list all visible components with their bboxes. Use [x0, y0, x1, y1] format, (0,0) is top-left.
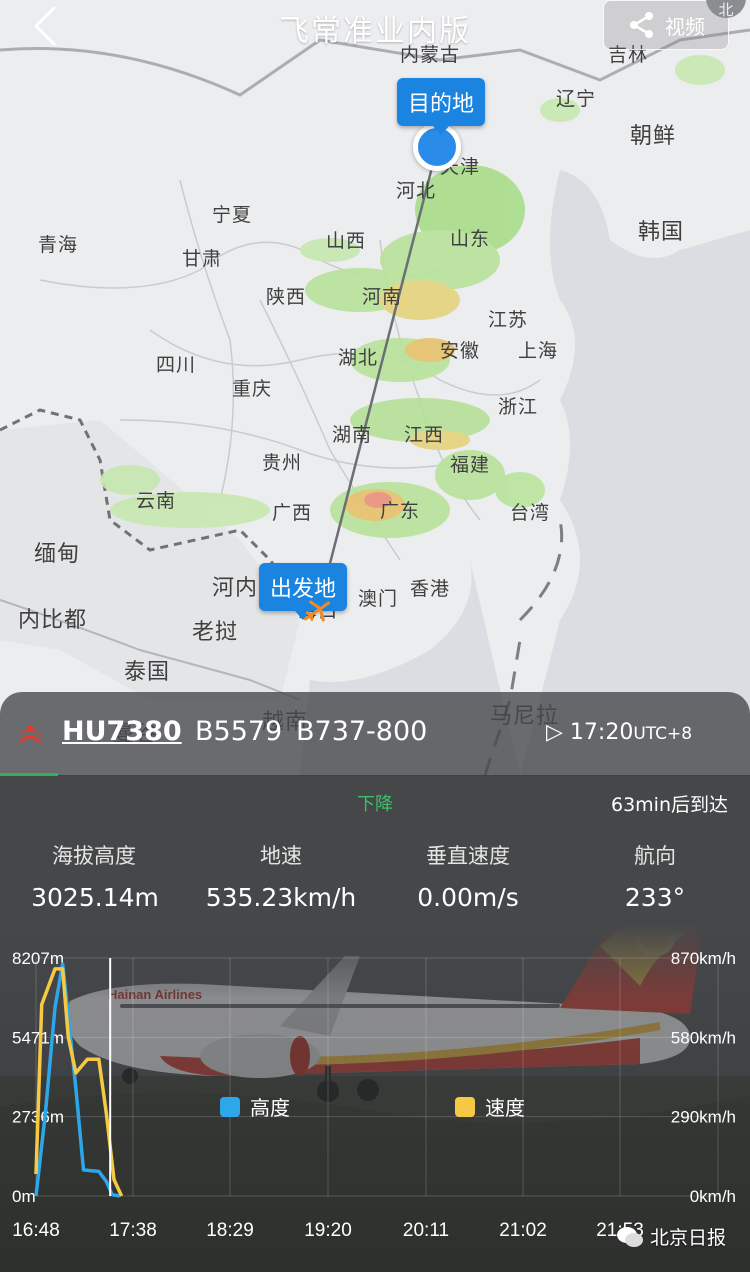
map-place-label: 台湾 — [510, 502, 551, 524]
map-place-label: 澳门 — [358, 588, 399, 610]
map-place-label: 辽宁 — [556, 88, 597, 110]
flight-number-link[interactable]: HU7380 — [62, 716, 182, 747]
destination-pin[interactable]: 目的地 — [397, 78, 486, 135]
map-place-label: 老挝 — [192, 620, 239, 645]
map-place-label: 贵州 — [262, 452, 303, 474]
map-place-label: 陕西 — [266, 286, 307, 308]
x-tick-label: 17:38 — [109, 1220, 157, 1241]
flight-map[interactable]: 内蒙古 吉林 辽宁 朝鲜 韩国 天津 河北 宁夏 青海 甘肃 山西 山东 陕西 河南 江苏 上海 安徽 四川 湖北重… — [0, 0, 750, 775]
play-icon: ▷ — [546, 720, 563, 745]
map-place-label: 湖南 — [332, 424, 373, 446]
map-place-label: 朝鲜 — [630, 124, 677, 149]
map-place-label: 宁夏 — [212, 204, 253, 226]
y-right-tick-label: 870km/h — [671, 949, 736, 968]
compass-label: 北 — [706, 0, 746, 19]
flight-phase-label: 下降 — [357, 794, 393, 815]
map-place-label: 江苏 — [488, 309, 529, 331]
stat-value-heading: 233° — [624, 883, 686, 912]
map-place-label: 韩国 — [638, 220, 685, 245]
map-place-label: 青海 — [38, 234, 79, 256]
map-place-label: 山西 — [326, 230, 367, 252]
wechat-icon — [617, 1226, 643, 1247]
legend-speed-swatch — [455, 1096, 475, 1117]
map-place-label: 广西 — [272, 502, 313, 524]
plane-icon[interactable] — [300, 596, 334, 626]
stat-label-ground-speed: 地速 — [260, 844, 302, 868]
time-value: 17:20 — [569, 720, 634, 745]
y-left-tick-label: 5471m — [12, 1028, 64, 1047]
watermark: 北京日报 — [616, 1223, 726, 1250]
legend-altitude-swatch — [220, 1096, 240, 1117]
map-place-label: 缅甸 — [34, 542, 81, 567]
x-tick-label: 18:29 — [206, 1220, 254, 1241]
legend-altitude: 高度 — [220, 1092, 290, 1121]
timezone-label: UTC+8 — [633, 724, 693, 744]
stat-label-altitude: 海拔高度 — [52, 844, 136, 868]
altitude-speed-chart[interactable]: 8207m5471m2736m0m870km/h580km/h290km/h0k… — [0, 944, 750, 1244]
stat-value-altitude: 3025.14m — [31, 883, 159, 912]
watermark-text: 北京日报 — [650, 1227, 727, 1249]
series-line-altitude — [34, 962, 121, 1198]
map-place-label: 四川 — [156, 354, 197, 376]
y-right-tick-label: 580km/h — [671, 1028, 736, 1047]
share-icon — [630, 12, 653, 38]
map-place-label: 湖北 — [338, 347, 379, 369]
map-place-label: 上海 — [518, 340, 559, 362]
legend-speed-label: 速度 — [485, 1096, 525, 1120]
map-terrain — [0, 28, 750, 775]
flight-data-panel: Hainan Airlines 下降 63min后到达 海拔高度 地速 垂直速度… — [0, 776, 750, 1272]
map-place-label: 江西 — [404, 424, 445, 446]
y-left-tick-label: 8207m — [12, 949, 64, 968]
map-place-label: 河内 — [212, 576, 259, 601]
x-tick-label: 20:11 — [403, 1220, 449, 1241]
eta-label: 63min后到达 — [610, 794, 728, 816]
hainan-airlines-logo-icon — [16, 725, 44, 744]
legend-altitude-label: 高度 — [250, 1096, 290, 1120]
map-place-label: 福建 — [450, 454, 491, 476]
map-place-label: 广东 — [380, 500, 421, 522]
map-place-label: 云南 — [136, 490, 177, 512]
video-label: 视频 — [665, 14, 705, 39]
legend-speed: 速度 — [455, 1092, 525, 1121]
map-place-label: 安徽 — [440, 340, 481, 362]
map-place-label: 山东 — [450, 228, 491, 250]
map-place-label: 河北 — [396, 180, 437, 202]
compass-icon[interactable]: 北 — [704, 0, 750, 20]
x-tick-label: 21:02 — [499, 1220, 547, 1241]
map-place-label: 内比都 — [18, 608, 88, 633]
y-right-tick-label: 290km/h — [671, 1108, 736, 1127]
map-place-label: 浙江 — [498, 396, 539, 418]
y-right-tick-label: 0km/h — [690, 1187, 736, 1206]
aircraft-registration: B5579 — [195, 716, 283, 747]
map-place-label: 香港 — [410, 578, 451, 600]
stat-value-ground-speed: 535.23km/h — [205, 883, 357, 912]
stat-value-vertical-speed: 0.00m/s — [417, 883, 519, 912]
playback-time[interactable]: ▷ 17:20UTC+8 — [546, 720, 692, 745]
map-place-label: 重庆 — [232, 378, 273, 400]
flight-info-bar[interactable]: HU7380 B5579 B737-800 ▷ 17:20UTC+8 — [0, 692, 750, 776]
aircraft-model: B737-800 — [296, 716, 428, 747]
map-place-label: 泰国 — [124, 660, 171, 685]
top-bar: 飞常准业内版 视频 北 — [0, 0, 750, 52]
x-tick-label: 16:48 — [12, 1220, 60, 1241]
stat-label-heading: 航向 — [634, 844, 676, 868]
y-left-tick-label: 0m — [12, 1187, 36, 1206]
map-place-label: 河南 — [362, 286, 403, 308]
x-tick-label: 19:20 — [304, 1220, 352, 1241]
map-place-label: 甘肃 — [182, 248, 223, 270]
stat-label-vertical-speed: 垂直速度 — [426, 844, 510, 868]
